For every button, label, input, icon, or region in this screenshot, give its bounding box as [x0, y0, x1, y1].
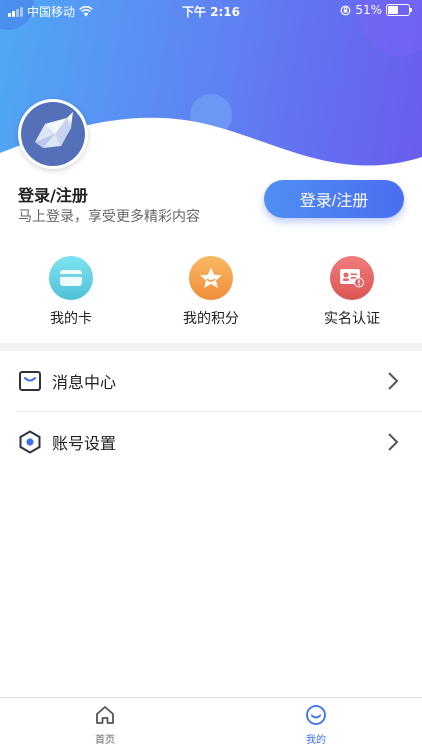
quick-action-real-name-auth[interactable]: 实名认证: [297, 256, 407, 328]
battery-icon: [386, 4, 412, 16]
message-icon: [19, 371, 41, 391]
status-right: 51%: [340, 3, 412, 17]
section-divider: [0, 343, 422, 351]
tab-bar: 首页 我的: [0, 697, 422, 750]
unicorn-avatar-icon: [21, 102, 85, 166]
home-icon: [96, 706, 114, 724]
login-register-button[interactable]: 登录/注册: [264, 180, 404, 218]
menu-item-message-center[interactable]: 消息中心: [0, 351, 422, 411]
orientation-lock-icon: [340, 5, 351, 15]
id-card-icon: [330, 256, 374, 300]
status-bar: 中国移动 下午 2:16 51%: [0, 0, 422, 22]
quick-action-label: 实名认证: [324, 311, 380, 327]
settings-icon: [19, 430, 41, 454]
quick-action-my-points[interactable]: 我的积分: [156, 256, 266, 328]
quick-action-label: 我的卡: [50, 311, 92, 327]
menu-item-account-settings[interactable]: 账号设置: [0, 412, 422, 472]
quick-action-my-card[interactable]: 我的卡: [16, 256, 126, 328]
menu-item-label: 消息中心: [52, 373, 117, 392]
quick-action-label: 我的积分: [183, 311, 239, 327]
login-register-title[interactable]: 登录/注册: [18, 182, 88, 206]
tab-home[interactable]: 首页: [65, 704, 145, 746]
tab-label: 首页: [95, 735, 115, 746]
tab-mine[interactable]: 我的: [276, 704, 356, 746]
tab-label: 我的: [306, 735, 326, 746]
battery-percent: 51%: [355, 3, 382, 17]
chevron-right-icon: [388, 433, 399, 451]
chevron-right-icon: [388, 372, 399, 390]
avatar[interactable]: [18, 99, 88, 169]
login-prompt-text: 马上登录，享受更多精彩内容: [18, 209, 200, 225]
menu-item-label: 账号设置: [52, 434, 117, 453]
smile-icon: [306, 705, 326, 725]
star-icon: [189, 256, 233, 300]
quick-actions: 我的卡 我的积分 实名认证: [0, 256, 422, 330]
card-icon: [49, 256, 93, 300]
